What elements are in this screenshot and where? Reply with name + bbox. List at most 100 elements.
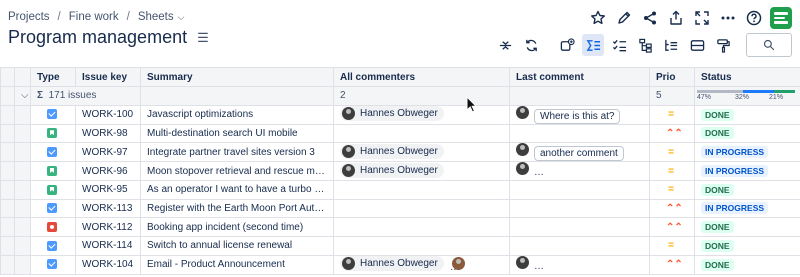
search-input[interactable] bbox=[746, 33, 792, 57]
issue-key[interactable]: WORK-96 bbox=[75, 161, 141, 181]
star-icon[interactable] bbox=[588, 8, 608, 28]
toolbar bbox=[494, 33, 792, 57]
row-handle[interactable] bbox=[14, 198, 31, 219]
gutter-header bbox=[0, 67, 15, 87]
table-row[interactable]: WORK-113 Register with the Earth Moon Por… bbox=[0, 198, 800, 219]
breadcrumb-fine-work[interactable]: Fine work bbox=[69, 11, 119, 23]
issue-summary[interactable]: Email - Product Announcement bbox=[140, 254, 334, 275]
last-comment-text[interactable]: How does this look? [... bbox=[534, 258, 644, 274]
commenter-chip[interactable]: Hannes Obweger bbox=[340, 162, 444, 178]
issue-key[interactable]: WORK-112 bbox=[75, 217, 141, 238]
row-handle[interactable] bbox=[14, 236, 31, 256]
last-comment-cell: Where is this at? bbox=[509, 104, 650, 125]
row-handle[interactable] bbox=[14, 179, 31, 200]
status-bar-segment bbox=[774, 90, 795, 94]
table-row[interactable]: WORK-97 Integrate partner travel sites ve… bbox=[0, 142, 800, 163]
last-comment-text[interactable]: How is this going plea... bbox=[534, 164, 644, 180]
breadcrumb-sheets[interactable]: Sheets bbox=[138, 11, 174, 23]
share-icon[interactable] bbox=[640, 8, 660, 28]
status-badge[interactable]: IN PROGRESS bbox=[701, 165, 769, 178]
breadcrumb-projects[interactable]: Projects bbox=[8, 11, 50, 23]
group-by-icon[interactable] bbox=[660, 34, 682, 56]
status-badge[interactable]: DONE bbox=[701, 183, 734, 196]
issue-type-task-icon bbox=[47, 147, 57, 158]
issue-summary[interactable]: Switch to annual license renewal bbox=[140, 236, 334, 256]
status-badge[interactable]: DONE bbox=[701, 258, 734, 271]
column-header-summary[interactable]: Summary bbox=[140, 67, 334, 87]
row-handle[interactable] bbox=[14, 217, 31, 238]
status-badge[interactable]: DONE bbox=[701, 127, 734, 140]
help-icon[interactable] bbox=[744, 8, 764, 28]
issue-summary[interactable]: Moon stopover retrieval and rescue missi… bbox=[140, 161, 334, 181]
fullscreen-icon[interactable] bbox=[692, 8, 712, 28]
row-handle[interactable] bbox=[14, 161, 31, 181]
collapse-rows-icon[interactable] bbox=[494, 34, 516, 56]
row-handle[interactable] bbox=[14, 123, 31, 144]
row-height-icon[interactable] bbox=[686, 34, 708, 56]
issue-key[interactable]: WORK-95 bbox=[75, 179, 141, 200]
edit-icon[interactable] bbox=[614, 8, 634, 28]
column-header-prio[interactable]: Prio bbox=[649, 67, 695, 87]
hierarchy-icon[interactable] bbox=[634, 34, 656, 56]
avatar bbox=[342, 144, 355, 158]
column-header-all-commenters[interactable]: All commenters bbox=[333, 67, 510, 87]
last-comment-cell bbox=[509, 123, 650, 144]
issue-key[interactable]: WORK-98 bbox=[75, 123, 141, 144]
status-distribution-bar bbox=[697, 90, 795, 94]
last-comment-cell bbox=[509, 198, 650, 219]
status-bar-segment bbox=[697, 90, 744, 94]
issue-key[interactable]: WORK-100 bbox=[75, 104, 141, 125]
refresh-icon[interactable] bbox=[520, 34, 542, 56]
type-cell bbox=[30, 161, 76, 181]
status-badge[interactable]: DONE bbox=[701, 108, 734, 121]
prio-cell: ⌃⌃ bbox=[649, 217, 695, 238]
row-handle[interactable] bbox=[14, 254, 31, 275]
issue-summary[interactable]: Integrate partner travel sites version 3 bbox=[140, 142, 334, 163]
checklist-icon[interactable] bbox=[608, 34, 630, 56]
status-badge[interactable]: DONE bbox=[701, 239, 734, 252]
issue-summary[interactable]: Booking app incident (second time) bbox=[140, 217, 334, 238]
export-icon[interactable] bbox=[666, 8, 686, 28]
column-header-type[interactable]: Type bbox=[30, 67, 76, 87]
prio-cell: = bbox=[649, 142, 695, 163]
column-header-issue-key[interactable]: Issue key bbox=[75, 67, 141, 87]
commenter-chip[interactable]: Daniel Franz bbox=[449, 256, 509, 272]
chevron-down-icon[interactable]: ⌵ bbox=[178, 12, 185, 23]
table-row[interactable]: WORK-100 Javascript optimizations Hannes O… bbox=[0, 104, 800, 125]
collapse-icon[interactable]: ⌵ bbox=[14, 86, 31, 106]
commenter-chip[interactable]: Hannes Obweger bbox=[340, 143, 444, 159]
title-menu-icon[interactable]: ☰ bbox=[197, 30, 209, 46]
status-badge[interactable]: IN PROGRESS bbox=[701, 146, 769, 159]
last-comment-text[interactable]: Where is this at? bbox=[534, 108, 621, 124]
issue-summary[interactable]: Javascript optimizations bbox=[140, 104, 334, 125]
more-icon[interactable] bbox=[718, 8, 738, 28]
issue-summary[interactable]: Register with the Earth Moon Port Author… bbox=[140, 198, 334, 219]
commenter-chip[interactable]: Hannes Obweger bbox=[340, 106, 444, 122]
row-handle[interactable] bbox=[14, 104, 31, 125]
issue-key[interactable]: WORK-104 bbox=[75, 254, 141, 275]
status-badge[interactable]: DONE bbox=[701, 221, 734, 234]
table-row[interactable]: WORK-114 Switch to annual license renewal… bbox=[0, 236, 800, 256]
issue-key[interactable]: WORK-97 bbox=[75, 142, 141, 163]
format-painter-icon[interactable] bbox=[712, 34, 734, 56]
table-row[interactable]: WORK-104 Email - Product Announcement Hann… bbox=[0, 254, 800, 275]
commenter-chip[interactable]: Hannes Obweger bbox=[340, 256, 444, 272]
column-header-status[interactable]: Status bbox=[694, 67, 800, 87]
commenter-name: Hannes Obweger bbox=[360, 164, 438, 176]
table-row[interactable]: WORK-95 As an operator I want to have a t… bbox=[0, 179, 800, 200]
page-title-row: Program management ☰ bbox=[8, 27, 209, 48]
sum-icon[interactable] bbox=[582, 34, 604, 56]
issue-key[interactable]: WORK-113 bbox=[75, 198, 141, 219]
table-row[interactable]: WORK-98 Multi-destination search UI mobil… bbox=[0, 123, 800, 144]
table-row[interactable]: WORK-112 Booking app incident (second tim… bbox=[0, 217, 800, 238]
issue-key[interactable]: WORK-114 bbox=[75, 236, 141, 256]
issue-summary[interactable]: As an operator I want to have a turbo bu… bbox=[140, 179, 334, 200]
add-column-icon[interactable] bbox=[556, 34, 578, 56]
row-handle[interactable] bbox=[14, 142, 31, 163]
status-badge[interactable]: IN PROGRESS bbox=[701, 202, 769, 215]
table-row[interactable]: WORK-96 Moon stopover retrieval and rescu… bbox=[0, 161, 800, 181]
last-comment-text[interactable]: another comment bbox=[534, 146, 624, 161]
issue-summary[interactable]: Multi-destination search UI mobile bbox=[140, 123, 334, 144]
app-logo[interactable] bbox=[770, 7, 792, 29]
column-header-last-comment[interactable]: Last comment bbox=[509, 67, 650, 87]
